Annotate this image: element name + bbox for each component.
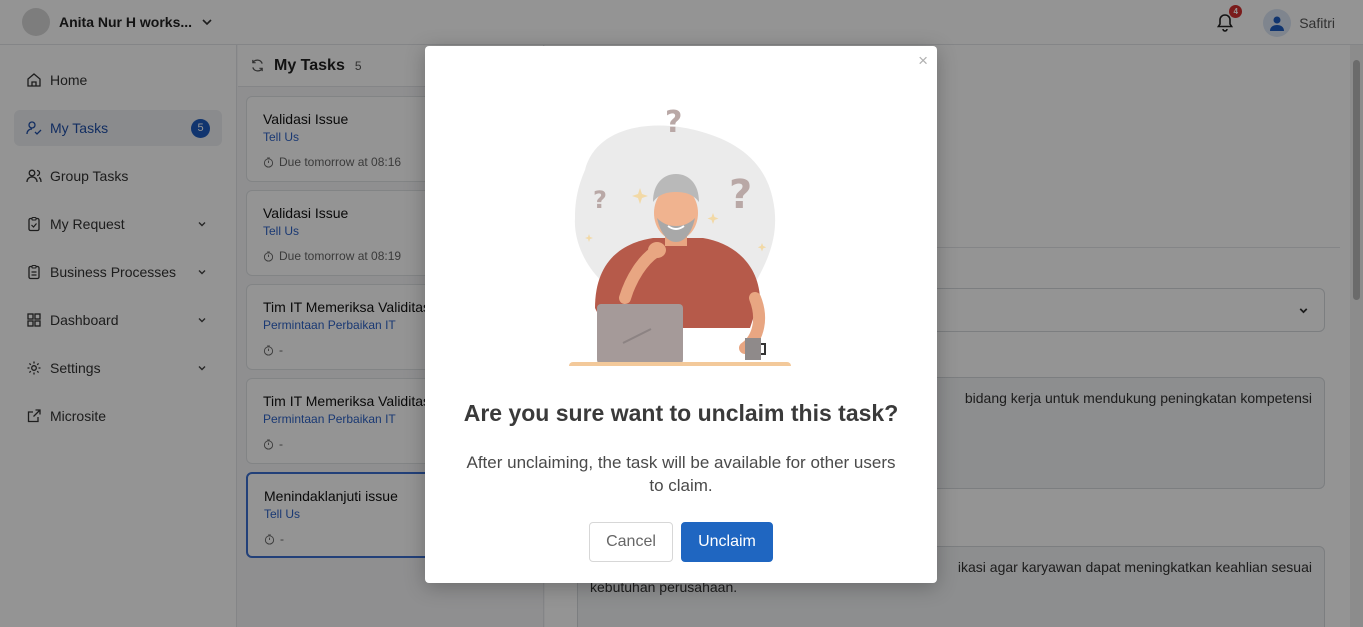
svg-text:?: ? bbox=[665, 105, 682, 140]
svg-text:?: ? bbox=[593, 186, 607, 214]
dialog-message: After unclaiming, the task will be avail… bbox=[466, 453, 896, 495]
dialog-title: Are you sure want to unclaim this task? bbox=[463, 400, 899, 426]
svg-text:?: ? bbox=[729, 172, 752, 218]
unclaim-confirm-dialog: × ? ? ? Are you sure want to unclaim thi… bbox=[425, 46, 937, 583]
cancel-button[interactable]: Cancel bbox=[589, 522, 673, 562]
confused-person-illustration: ? ? ? bbox=[569, 105, 791, 366]
unclaim-button[interactable]: Unclaim bbox=[681, 522, 773, 562]
close-icon[interactable]: × bbox=[918, 52, 928, 70]
